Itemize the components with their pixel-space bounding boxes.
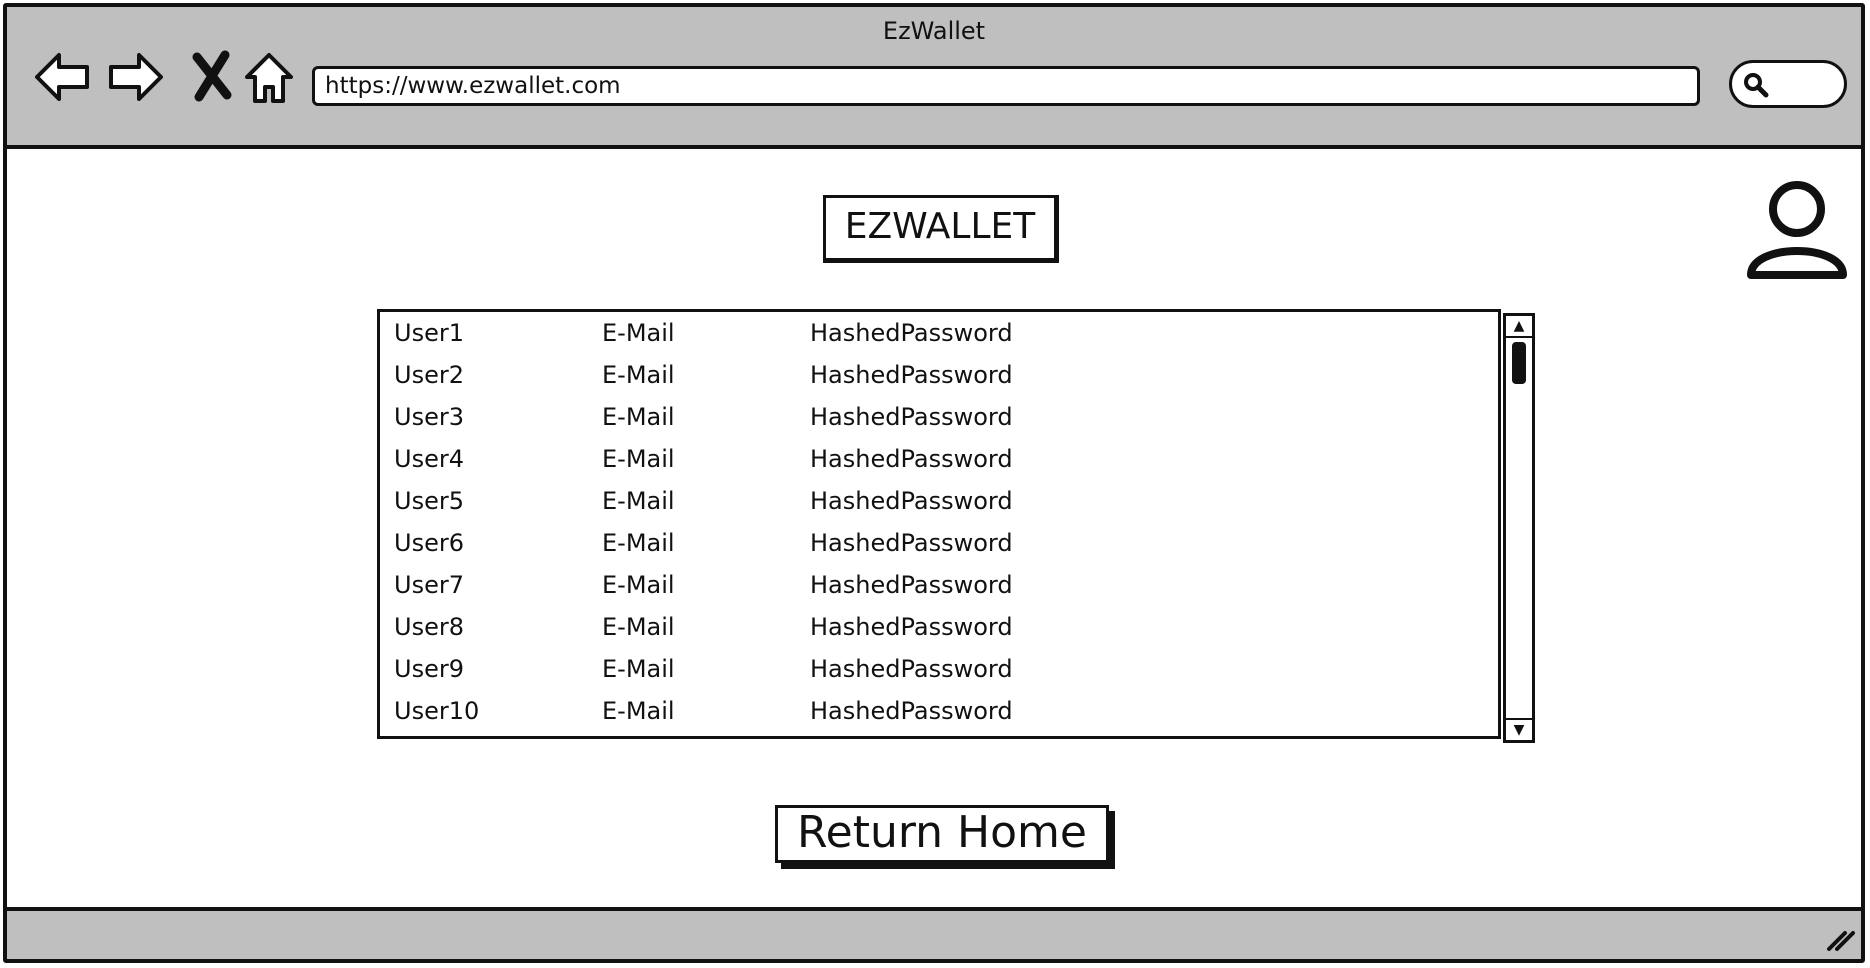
- user-email: E-Mail: [602, 613, 675, 641]
- window-title: EzWallet: [882, 17, 986, 45]
- scroll-thumb[interactable]: [1512, 342, 1526, 384]
- user-password: HashedPassword: [810, 403, 1013, 431]
- user-email: E-Mail: [602, 529, 675, 557]
- resize-grip-icon[interactable]: [1823, 925, 1855, 953]
- user-email: E-Mail: [602, 445, 675, 473]
- app-logo: EZWALLET: [823, 195, 1059, 263]
- browser-window: EzWallet https://www.ezwallet.com EZWALL…: [3, 3, 1865, 963]
- scroll-down-icon[interactable]: ▼: [1506, 718, 1532, 740]
- user-name: User4: [394, 445, 464, 473]
- home-icon[interactable]: [239, 47, 299, 107]
- user-password: HashedPassword: [810, 655, 1013, 683]
- user-name: User3: [394, 403, 464, 431]
- user-email: E-Mail: [602, 655, 675, 683]
- users-list-scrollbar[interactable]: ▲ ▼: [1503, 313, 1535, 743]
- status-bar: [7, 907, 1861, 959]
- user-name: User5: [394, 487, 464, 515]
- user-email: E-Mail: [602, 571, 675, 599]
- user-name: User6: [394, 529, 464, 557]
- user-name: User2: [394, 361, 464, 389]
- user-name: User8: [394, 613, 464, 641]
- user-password: HashedPassword: [810, 319, 1013, 347]
- user-email: E-Mail: [602, 403, 675, 431]
- user-email: E-Mail: [602, 319, 675, 347]
- user-password: HashedPassword: [810, 529, 1013, 557]
- user-password: HashedPassword: [810, 697, 1013, 725]
- stop-icon[interactable]: [183, 47, 243, 107]
- search-icon: [1744, 73, 1769, 98]
- user-password: HashedPassword: [810, 361, 1013, 389]
- return-home-button[interactable]: Return Home: [775, 805, 1109, 863]
- user-password: HashedPassword: [810, 487, 1013, 515]
- user-name: User9: [394, 655, 464, 683]
- user-password: HashedPassword: [810, 445, 1013, 473]
- user-name: User7: [394, 571, 464, 599]
- user-password: HashedPassword: [810, 613, 1013, 641]
- user-icon[interactable]: [1745, 179, 1849, 283]
- browser-toolbar: EzWallet https://www.ezwallet.com: [7, 7, 1861, 149]
- back-arrow-icon[interactable]: [33, 47, 93, 107]
- scroll-up-icon[interactable]: ▲: [1506, 316, 1532, 338]
- user-email: E-Mail: [602, 697, 675, 725]
- user-name: User1: [394, 319, 464, 347]
- forward-arrow-icon[interactable]: [105, 47, 165, 107]
- browser-search-field[interactable]: [1729, 60, 1847, 108]
- user-email: E-Mail: [602, 361, 675, 389]
- user-email: E-Mail: [602, 487, 675, 515]
- user-password: HashedPassword: [810, 571, 1013, 599]
- users-list: User1 E-Mail HashedPassword User2 E-Mail…: [377, 309, 1501, 739]
- user-name: User10: [394, 697, 480, 725]
- address-bar[interactable]: https://www.ezwallet.com: [312, 66, 1700, 106]
